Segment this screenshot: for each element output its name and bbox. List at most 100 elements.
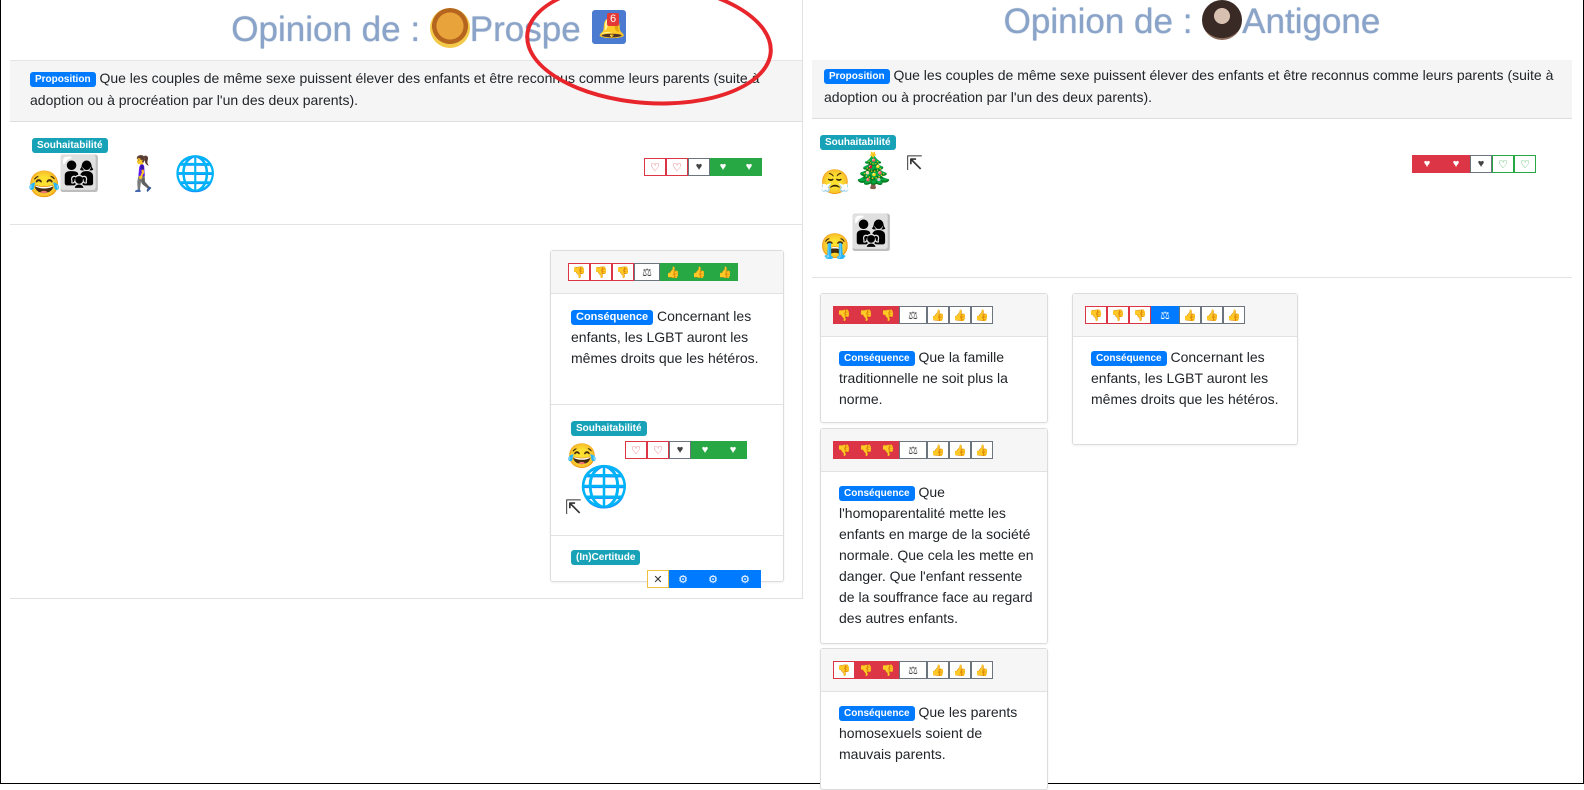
- consequence-rating: 👎 👎 👎 ⚖ 👍 👍 👍: [833, 306, 993, 324]
- heart-icon[interactable]: ♡: [644, 158, 666, 176]
- certainty-badge: (In)Certitude: [571, 550, 641, 565]
- heart-icon[interactable]: ♥: [669, 441, 691, 459]
- scale-icon[interactable]: ⚖: [899, 661, 927, 679]
- heart-icon[interactable]: ♡: [647, 441, 669, 459]
- thumbs-up-icon[interactable]: 👍: [971, 306, 993, 324]
- thumbs-down-icon[interactable]: 👎: [833, 441, 855, 459]
- right-username[interactable]: Antigone: [1242, 2, 1380, 41]
- card-certainty: (In)Certitude ✕ ⚙ ⚙ ⚙: [551, 536, 783, 602]
- thumbs-up-icon[interactable]: 👍: [971, 661, 993, 679]
- thumbs-down-icon[interactable]: 👎: [833, 661, 855, 679]
- thumbs-down-icon[interactable]: 👎: [877, 661, 899, 679]
- heart-icon[interactable]: ♥: [736, 158, 762, 176]
- thumbs-down-icon[interactable]: 👎: [877, 306, 899, 324]
- thumbs-up-icon[interactable]: 👍: [971, 441, 993, 459]
- cogs-icon[interactable]: ⚙: [669, 570, 697, 588]
- crying-emoji-icon: 😭: [820, 233, 850, 260]
- thumbs-down-icon[interactable]: 👎: [1085, 306, 1107, 324]
- heart-icon[interactable]: ♥: [719, 441, 747, 459]
- cursor-icon: ⇱: [906, 153, 923, 175]
- close-icon[interactable]: ✕: [647, 570, 669, 588]
- heart-icon[interactable]: ♥: [710, 158, 736, 176]
- certainty-rating: ✕ ⚙ ⚙ ⚙: [647, 570, 761, 588]
- globe-hands-icon: 🌐: [579, 465, 629, 509]
- card-desirability: Souhaitabilité 😂 🌐 ♡ ♡ ♥ ♥ ♥ ⇱: [551, 405, 783, 536]
- thumbs-up-icon[interactable]: 👍: [1201, 306, 1223, 324]
- consequence-badge: Conséquence: [839, 706, 915, 721]
- card-body: Conséquence Que la famille traditionnell…: [821, 337, 1047, 420]
- thumbs-down-icon[interactable]: 👎: [855, 441, 877, 459]
- cogs-icon[interactable]: ⚙: [697, 570, 729, 588]
- thumbs-down-icon[interactable]: 👎: [833, 306, 855, 324]
- heart-icon[interactable]: ♥: [1470, 155, 1492, 173]
- consequence-rating: 👎 👎 👎 ⚖ 👍 👍 👍: [833, 441, 993, 459]
- consequence-card: 👎 👎 👎 ⚖ 👍 👍 👍 Conséquence Que la famille…: [820, 293, 1048, 423]
- thumbs-up-icon[interactable]: 👍: [686, 263, 712, 281]
- heart-icon[interactable]: ♥: [1412, 155, 1442, 173]
- proposition-text: Que les couples de même sexe puissent él…: [824, 67, 1554, 105]
- scale-icon[interactable]: ⚖: [634, 263, 660, 281]
- desirability-section: Souhaitabilité 😤 🎄 😭 👨‍👩‍👧 ⇱ ♥ ♥ ♥ ♡ ♡: [812, 119, 1572, 278]
- thumbs-up-icon[interactable]: 👍: [949, 661, 971, 679]
- family-hands-icon: 👨‍👩‍👧: [850, 214, 893, 252]
- thumbs-down-icon[interactable]: 👎: [855, 306, 877, 324]
- card-body: Conséquence Concernant les enfants, les …: [1073, 337, 1297, 420]
- consequence-card: 👎 👎 👎 ⚖ 👍 👍 👍 Conséquence Que les parent…: [820, 648, 1048, 790]
- consequence-rating: 👎 👎 👎 ⚖ 👍 👍 👍: [568, 263, 738, 281]
- thumbs-up-icon[interactable]: 👍: [927, 661, 949, 679]
- card-body: Conséquence Concernant les enfants, les …: [551, 294, 783, 405]
- desirability-rating: ♥ ♥ ♥ ♡ ♡: [1412, 155, 1536, 173]
- thumbs-down-icon[interactable]: 👎: [568, 263, 590, 281]
- cursor-icon: ⇱: [565, 497, 582, 519]
- thumbs-up-icon[interactable]: 👍: [1179, 306, 1201, 324]
- consequence-badge: Conséquence: [1091, 351, 1167, 366]
- thumbs-up-icon[interactable]: 👍: [1223, 306, 1245, 324]
- heart-icon[interactable]: ♡: [1514, 155, 1536, 173]
- card-header: 👎 👎 👎 ⚖ 👍 👍 👍: [1073, 294, 1297, 337]
- desirability-badge: Souhaitabilité: [820, 135, 896, 150]
- scale-icon[interactable]: ⚖: [1151, 306, 1179, 324]
- scale-icon[interactable]: ⚖: [899, 306, 927, 324]
- thumbs-up-icon[interactable]: 👍: [949, 306, 971, 324]
- thumbs-up-icon[interactable]: 👍: [927, 441, 949, 459]
- heart-icon[interactable]: ♡: [625, 441, 647, 459]
- thumbs-down-icon[interactable]: 👎: [612, 263, 634, 281]
- heart-icon[interactable]: ♡: [1492, 155, 1514, 173]
- bear-avatar[interactable]: [429, 8, 470, 48]
- angry-emoji-icon: 😤: [820, 169, 850, 196]
- antigone-avatar[interactable]: [1202, 0, 1243, 40]
- consequence-badge: Conséquence: [839, 486, 915, 501]
- thumbs-up-icon[interactable]: 👍: [949, 441, 971, 459]
- card-body: Conséquence Que les parents homosexuels …: [821, 692, 1047, 775]
- thumbs-up-icon[interactable]: 👍: [660, 263, 686, 281]
- heart-icon[interactable]: ♡: [666, 158, 688, 176]
- thumbs-down-icon[interactable]: 👎: [1129, 306, 1151, 324]
- proposition-box: Proposition Que les couples de même sexe…: [812, 60, 1572, 119]
- desirability-section: Souhaitabilité 😂 👨‍👩‍👧 🚶‍♀️ 🌐 ♡ ♡ ♥ ♥ ♥: [10, 122, 802, 225]
- scale-icon[interactable]: ⚖: [899, 441, 927, 459]
- right-title-label: Opinion de :: [1003, 2, 1193, 41]
- heart-icon[interactable]: ♥: [688, 158, 710, 176]
- family-hands-icon: 👨‍👩‍👧: [58, 155, 101, 193]
- thumbs-up-icon[interactable]: 👍: [712, 263, 738, 281]
- proposition-badge: Proposition: [824, 69, 890, 84]
- right-opinion-pane: Opinion de : Antigone Proposition Que le…: [812, 0, 1572, 790]
- christmas-tree-icon: 🎄: [852, 152, 895, 190]
- laughing-emoji-icon: 😂: [28, 169, 61, 199]
- thumbs-down-icon[interactable]: 👎: [590, 263, 612, 281]
- thumbs-down-icon[interactable]: 👎: [877, 441, 899, 459]
- thumbs-down-icon[interactable]: 👎: [855, 661, 877, 679]
- thumbs-up-icon[interactable]: 👍: [927, 306, 949, 324]
- heart-icon[interactable]: ♥: [1442, 155, 1470, 173]
- globe-hands-icon: 🌐: [174, 155, 217, 193]
- thumbs-down-icon[interactable]: 👎: [1107, 306, 1129, 324]
- card-desirability-rating: ♡ ♡ ♥ ♥ ♥: [625, 441, 747, 459]
- card-header: 👎 👎 👎 ⚖ 👍 👍 👍: [821, 294, 1047, 337]
- cogs-icon[interactable]: ⚙: [729, 570, 761, 588]
- left-title-label: Opinion de :: [231, 10, 421, 49]
- signpost-person-icon: 🚶‍♀️: [122, 155, 165, 193]
- desirability-badge: Souhaitabilité: [571, 421, 647, 436]
- card-body: Conséquence Que l'homoparentalité mette …: [821, 472, 1047, 639]
- heart-icon[interactable]: ♥: [691, 441, 719, 459]
- card-header: 👎 👎 👎 ⚖ 👍 👍 👍: [551, 251, 783, 294]
